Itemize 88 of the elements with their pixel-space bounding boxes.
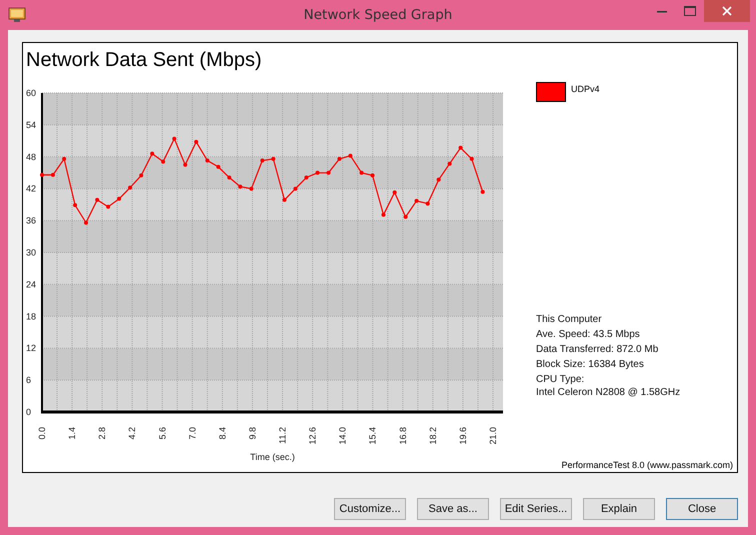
close-button[interactable] xyxy=(704,0,750,22)
y-tick-label: 48 xyxy=(26,152,36,162)
data-point xyxy=(436,178,441,182)
dialog-button[interactable]: Edit Series... xyxy=(500,498,572,520)
x-tick-label: 5.6 xyxy=(157,427,168,440)
data-point xyxy=(62,156,66,161)
data-point xyxy=(426,202,430,206)
y-tick-label: 0 xyxy=(26,407,32,417)
x-axis-label: Time (sec.) xyxy=(250,452,295,462)
data-point xyxy=(282,198,286,202)
data-point xyxy=(40,172,44,177)
y-tick-label: 54 xyxy=(26,120,36,130)
y-tick-label: 60 xyxy=(26,88,36,98)
data-point xyxy=(139,173,144,178)
data-point xyxy=(249,186,254,191)
x-tick-label: 16.8 xyxy=(398,427,408,445)
data-point xyxy=(337,156,342,161)
credit-text: PerformanceTest 8.0 (www.passmark.com) xyxy=(561,460,733,470)
data-point xyxy=(326,170,330,175)
y-tick-label: 30 xyxy=(26,248,36,258)
x-tick-label: 19.6 xyxy=(458,427,468,445)
data-point xyxy=(238,184,242,189)
x-tick-label: 7.0 xyxy=(187,427,198,440)
data-point xyxy=(183,162,188,167)
window-title: Network Speed Graph xyxy=(304,7,452,23)
graph-title: Network Data Sent (Mbps) xyxy=(25,48,262,73)
data-point xyxy=(370,173,375,178)
data-point xyxy=(360,170,364,175)
data-point xyxy=(95,198,100,202)
x-tick-label: 0.0 xyxy=(37,427,47,440)
y-tick-label: 6 xyxy=(26,375,32,386)
data-point xyxy=(161,160,166,164)
data-point xyxy=(304,176,308,180)
dialog-button[interactable]: Save as... xyxy=(417,498,489,520)
legend-label: UDPv4 xyxy=(571,84,600,94)
data-point xyxy=(216,164,220,169)
stat-text: Block Size: 16384 Bytes xyxy=(536,358,644,372)
data-point xyxy=(404,214,408,219)
dialog-button[interactable]: Close xyxy=(666,498,738,520)
data-point xyxy=(470,156,474,161)
data-point xyxy=(458,146,463,150)
data-point xyxy=(73,203,78,208)
data-point xyxy=(84,220,88,225)
x-tick-label: 8.4 xyxy=(217,427,228,440)
data-point xyxy=(128,186,132,190)
x-tick-label: 2.8 xyxy=(97,427,108,440)
data-point xyxy=(293,186,298,191)
data-point xyxy=(480,190,485,194)
x-tick-label: 18.2 xyxy=(428,427,438,445)
data-point xyxy=(414,198,419,203)
data-point xyxy=(194,140,198,144)
x-tick-label: 4.2 xyxy=(127,427,138,440)
data-point xyxy=(392,190,397,194)
y-tick-label: 42 xyxy=(26,184,36,194)
data-point xyxy=(381,212,386,217)
data-point xyxy=(227,176,232,180)
x-tick-label: 15.4 xyxy=(368,427,378,445)
dialog-button[interactable]: Explain xyxy=(583,498,655,520)
y-tick-label: 36 xyxy=(26,216,36,226)
data-point xyxy=(316,170,320,175)
stat-text: Data Transferred: 872.0 Mb xyxy=(536,343,658,357)
data-point xyxy=(117,196,122,201)
maximize-icon xyxy=(684,6,696,16)
monitor-icon xyxy=(8,7,26,23)
stat-text: This Computer xyxy=(536,313,602,327)
dialog-button[interactable]: Customize... xyxy=(334,498,406,520)
y-tick-label: 18 xyxy=(26,311,36,322)
stat-text: Intel Celeron N2808 @ 1.58GHz xyxy=(536,387,680,398)
y-tick-label: 24 xyxy=(26,279,36,290)
data-point xyxy=(106,204,110,209)
data-point xyxy=(260,158,264,163)
data-point xyxy=(348,154,352,158)
stat-text: CPU Type: xyxy=(536,373,584,387)
data-point xyxy=(205,158,210,163)
x-tick-label: 14.0 xyxy=(338,427,348,445)
x-tick-label: 9.8 xyxy=(247,427,258,440)
close-icon xyxy=(722,6,732,16)
x-tick-label: 12.6 xyxy=(308,427,318,445)
data-point xyxy=(271,156,276,161)
data-point xyxy=(150,152,154,156)
stat-text: Ave. Speed: 43.5 Mbps xyxy=(536,328,640,342)
x-tick-label: 1.4 xyxy=(67,427,78,440)
x-tick-label: 11.2 xyxy=(278,427,288,444)
x-tick-label: 21.0 xyxy=(488,427,498,445)
data-point xyxy=(448,162,452,166)
data-point xyxy=(172,136,176,141)
y-tick-label: 12 xyxy=(26,343,36,354)
data-point xyxy=(50,172,55,177)
